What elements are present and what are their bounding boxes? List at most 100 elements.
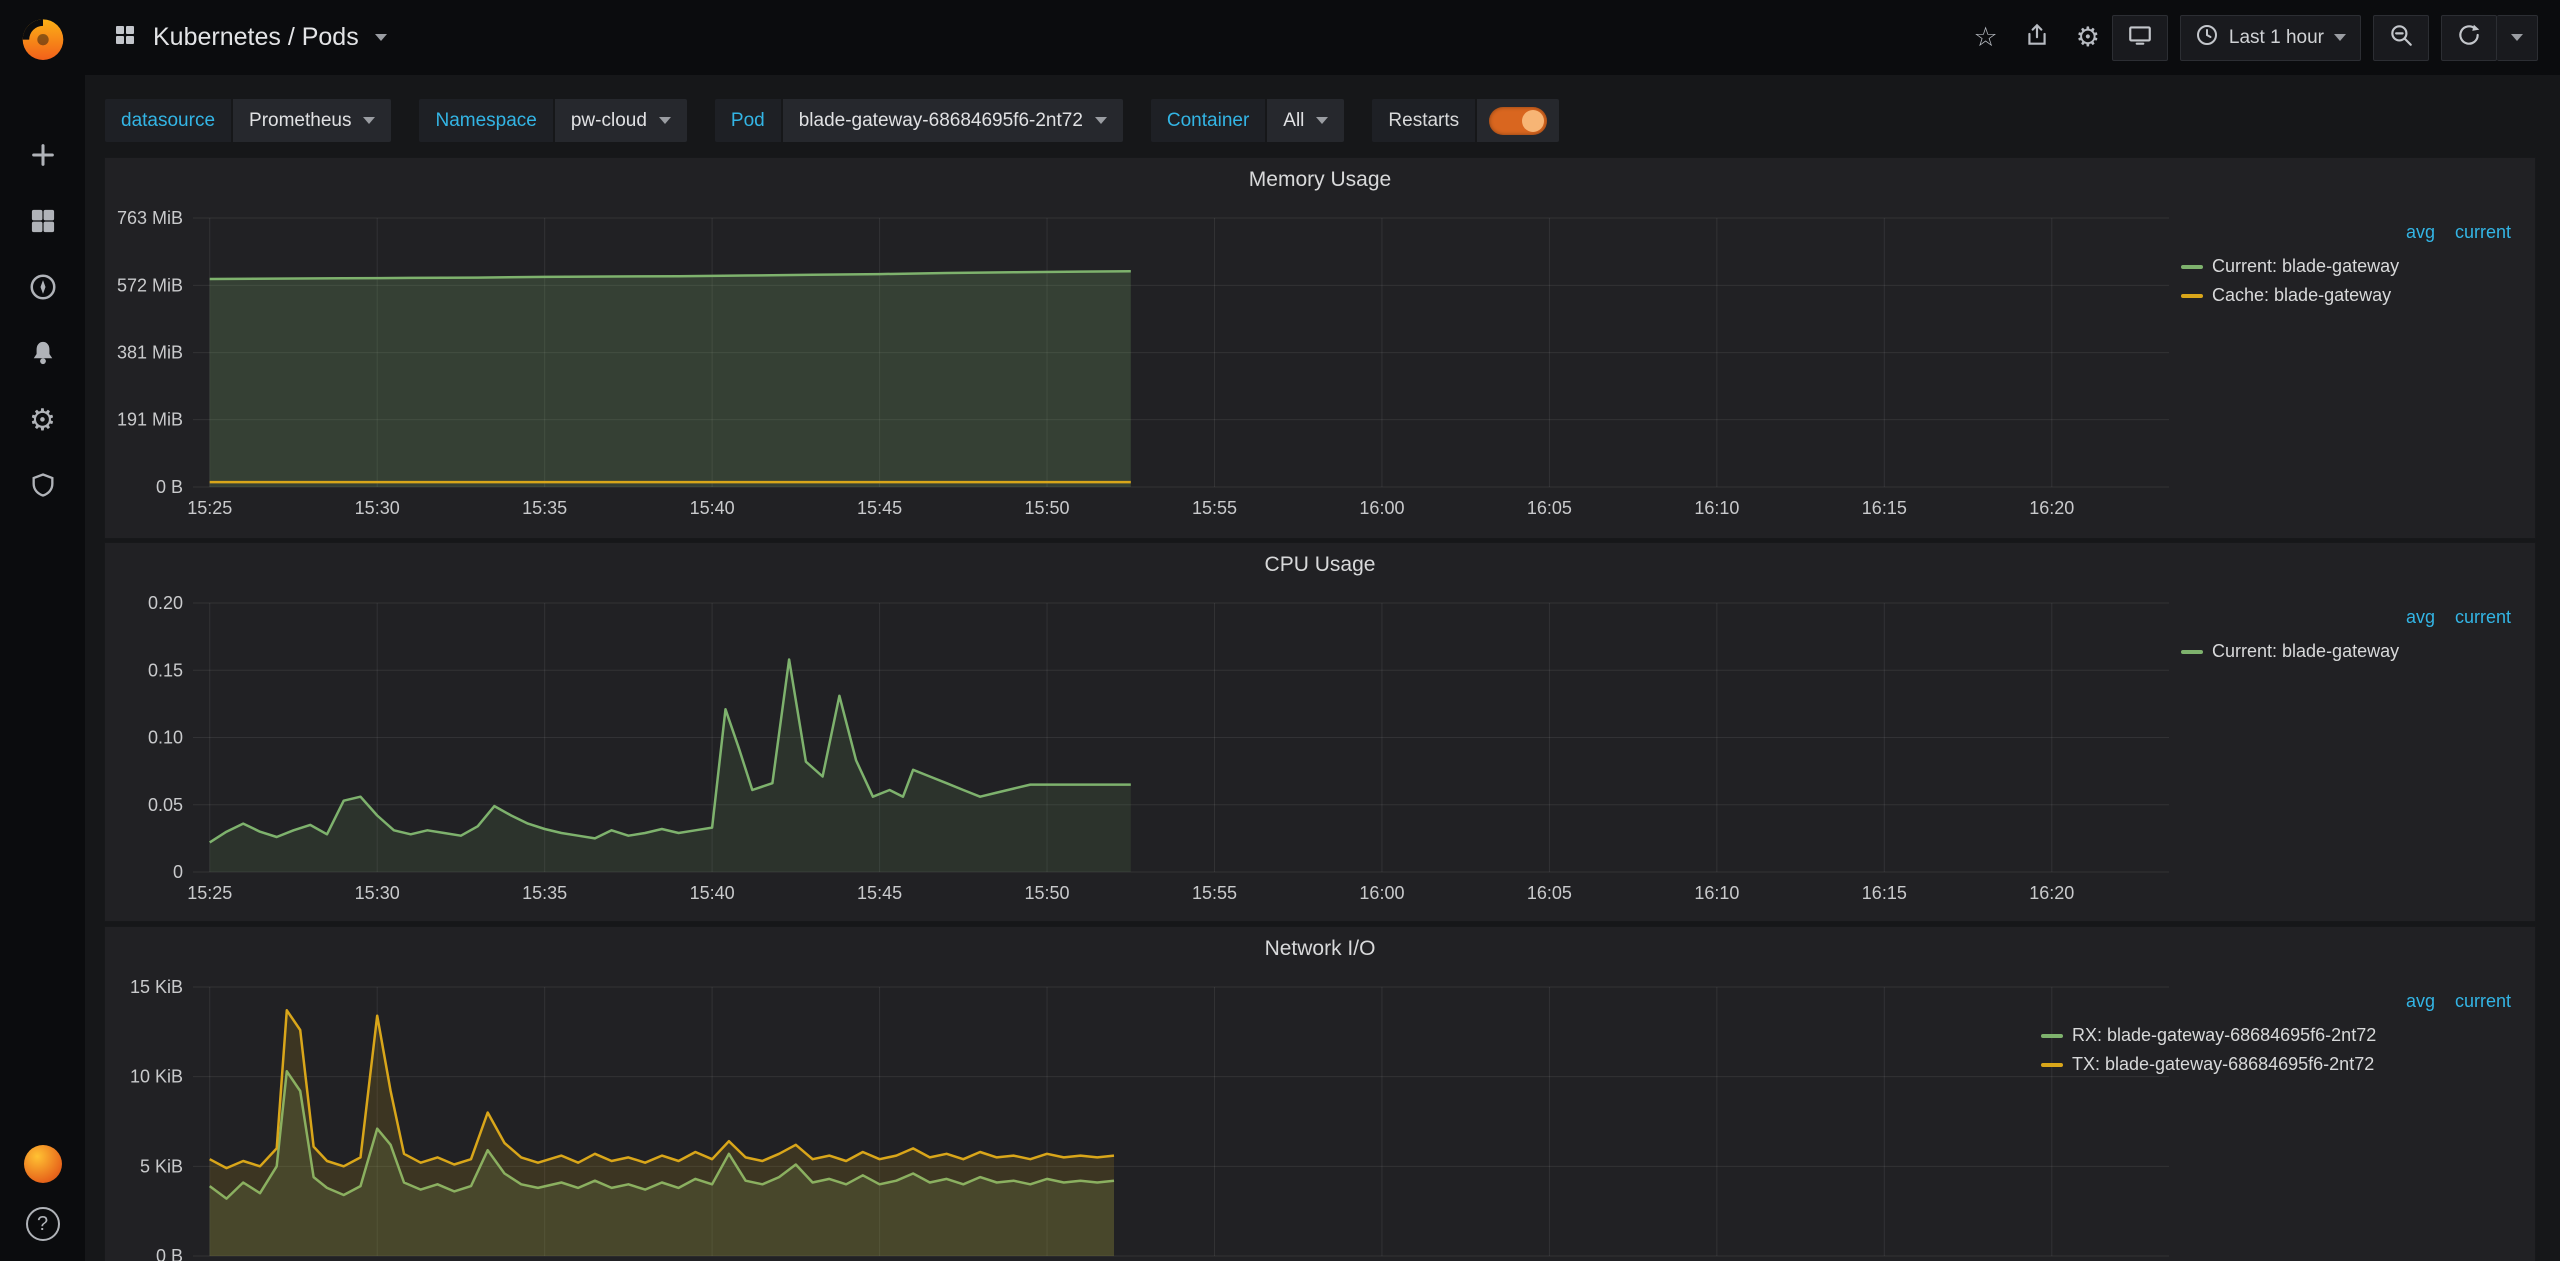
panel-title[interactable]: CPU Usage: [105, 553, 2535, 577]
grafana-app: ⚙ ? Kubernetes / Pods: [0, 0, 2560, 1261]
legend-col-avg[interactable]: avg: [2406, 607, 2435, 627]
legend-item[interactable]: TX: blade-gateway-68684695f6-2nt72: [2041, 1050, 2511, 1079]
navbar-actions: ☆ ⚙: [1947, 15, 2538, 61]
refresh-interval-dropdown[interactable]: [2497, 15, 2538, 61]
user-avatar[interactable]: [24, 1145, 62, 1183]
share-button[interactable]: [2024, 22, 2050, 53]
memory-usage-legend: avg current Current: blade-gateway Cache: b…: [2181, 222, 2511, 310]
svg-text:15:45: 15:45: [857, 498, 902, 518]
svg-text:16:00: 16:00: [1359, 883, 1404, 903]
time-range-picker[interactable]: Last 1 hour: [2180, 15, 2361, 61]
star-icon: ☆: [1973, 24, 1997, 51]
legend-col-avg[interactable]: avg: [2406, 222, 2435, 242]
sidebar-item-server-admin[interactable]: [20, 468, 66, 506]
cpu-usage-chart[interactable]: 15:2515:3015:3515:4015:4515:5015:5516:00…: [113, 589, 2175, 914]
legend-col-current[interactable]: current: [2455, 991, 2511, 1011]
legend-series-name: Current: blade-gateway: [2212, 641, 2399, 662]
chart-canvas[interactable]: 15:2515:3015:3515:4015:4515:5015:5516:00…: [113, 973, 2175, 1261]
chart-canvas[interactable]: 15:2515:3015:3515:4015:4515:5015:5516:00…: [113, 589, 2175, 914]
zoom-out-button[interactable]: [2373, 15, 2429, 61]
restarts-toggle[interactable]: [1489, 107, 1547, 135]
panel-title[interactable]: Network I/O: [105, 937, 2535, 961]
variable-filter-row: datasource Prometheus Namespace pw-cloud…: [105, 99, 1559, 142]
svg-text:16:10: 16:10: [1694, 883, 1739, 903]
help-icon[interactable]: ?: [26, 1207, 60, 1241]
svg-text:16:00: 16:00: [1359, 498, 1404, 518]
legend-col-current[interactable]: current: [2455, 222, 2511, 242]
sidebar-item-configuration[interactable]: ⚙: [20, 402, 66, 440]
legend-series-name: Current: blade-gateway: [2212, 256, 2399, 277]
chevron-down-icon: [375, 34, 387, 41]
pod-filter-value[interactable]: blade-gateway-68684695f6-2nt72: [783, 99, 1123, 142]
datasource-filter-value[interactable]: Prometheus: [233, 99, 391, 142]
chevron-down-icon: [2511, 34, 2523, 41]
zoom-out-icon: [2388, 22, 2414, 53]
monitor-icon: [2127, 22, 2153, 53]
legend-col-current[interactable]: current: [2455, 607, 2511, 627]
svg-text:10 KiB: 10 KiB: [130, 1067, 183, 1087]
refresh-button[interactable]: [2441, 15, 2497, 61]
sidebar-item-dashboards[interactable]: [20, 204, 66, 242]
chevron-down-icon: [363, 117, 375, 124]
cycle-view-button[interactable]: [2112, 15, 2168, 61]
svg-text:15:45: 15:45: [857, 883, 902, 903]
chart-canvas[interactable]: 15:2515:3015:3515:4015:4515:5015:5516:00…: [113, 204, 2175, 529]
svg-text:381 MiB: 381 MiB: [117, 343, 183, 363]
legend-columns: avg current: [2386, 607, 2511, 628]
series-color-dash: [2181, 294, 2203, 298]
namespace-filter: Namespace pw-cloud: [419, 99, 686, 142]
series-color-dash: [2181, 650, 2203, 654]
memory-usage-chart[interactable]: 15:2515:3015:3515:4015:4515:5015:5516:00…: [113, 204, 2175, 529]
bell-icon: [29, 339, 57, 372]
legend-item[interactable]: Current: blade-gateway: [2181, 252, 2511, 281]
restarts-label: Restarts: [1372, 99, 1475, 142]
svg-text:15:50: 15:50: [1025, 498, 1070, 518]
compass-icon: [28, 272, 58, 307]
svg-text:16:20: 16:20: [2029, 883, 2074, 903]
namespace-filter-value[interactable]: pw-cloud: [555, 99, 687, 142]
network-io-chart[interactable]: 15:2515:3015:3515:4015:4515:5015:5516:00…: [113, 973, 2175, 1261]
page-title[interactable]: Kubernetes / Pods: [153, 23, 359, 52]
datasource-filter: datasource Prometheus: [105, 99, 391, 142]
cpu-usage-legend: avg current Current: blade-gateway: [2181, 607, 2511, 666]
sidebar-item-create[interactable]: [20, 138, 66, 176]
star-button[interactable]: ☆: [1973, 24, 1997, 51]
legend-item[interactable]: Cache: blade-gateway: [2181, 281, 2511, 310]
gear-icon: ⚙: [29, 406, 56, 436]
restarts-toggle-group: Restarts: [1372, 99, 1559, 142]
series-color-dash: [2041, 1034, 2063, 1038]
dashboard-title-group[interactable]: Kubernetes / Pods: [113, 23, 387, 52]
sidebar: ⚙ ?: [0, 0, 85, 1261]
grafana-logo-icon[interactable]: [17, 12, 69, 64]
svg-text:15:50: 15:50: [1025, 883, 1070, 903]
gear-icon: ⚙: [2076, 24, 2100, 51]
panel-memory-usage: Memory Usage 15:2515:3015:3515:4015:4515…: [104, 157, 2536, 539]
dashboard-settings-button[interactable]: ⚙: [2076, 24, 2100, 51]
container-filter-value[interactable]: All: [1267, 99, 1344, 142]
svg-text:15:30: 15:30: [355, 498, 400, 518]
restarts-switch-wrap: [1477, 99, 1559, 142]
panel-cpu-usage: CPU Usage 15:2515:3015:3515:4015:4515:50…: [104, 542, 2536, 922]
grid-icon: [29, 207, 57, 240]
shield-icon: [29, 471, 57, 504]
legend-col-avg[interactable]: avg: [2406, 991, 2435, 1011]
svg-text:0.10: 0.10: [148, 728, 183, 748]
legend-series-name: TX: blade-gateway-68684695f6-2nt72: [2072, 1054, 2374, 1075]
svg-text:0.20: 0.20: [148, 593, 183, 613]
legend-item[interactable]: Current: blade-gateway: [2181, 637, 2511, 666]
legend-item[interactable]: RX: blade-gateway-68684695f6-2nt72: [2041, 1021, 2511, 1050]
svg-text:15:30: 15:30: [355, 883, 400, 903]
panel-title[interactable]: Memory Usage: [105, 168, 2535, 192]
series-color-dash: [2041, 1063, 2063, 1067]
chevron-down-icon: [1095, 117, 1107, 124]
refresh-icon: [2456, 22, 2482, 53]
sidebar-item-alerting[interactable]: [20, 336, 66, 374]
container-filter-label: Container: [1151, 99, 1265, 142]
svg-text:15:55: 15:55: [1192, 498, 1237, 518]
namespace-filter-label: Namespace: [419, 99, 552, 142]
sidebar-item-explore[interactable]: [20, 270, 66, 308]
container-filter: Container All: [1151, 99, 1345, 142]
pod-filter: Pod blade-gateway-68684695f6-2nt72: [715, 99, 1123, 142]
share-icon: [2024, 22, 2050, 53]
svg-text:15:25: 15:25: [187, 883, 232, 903]
